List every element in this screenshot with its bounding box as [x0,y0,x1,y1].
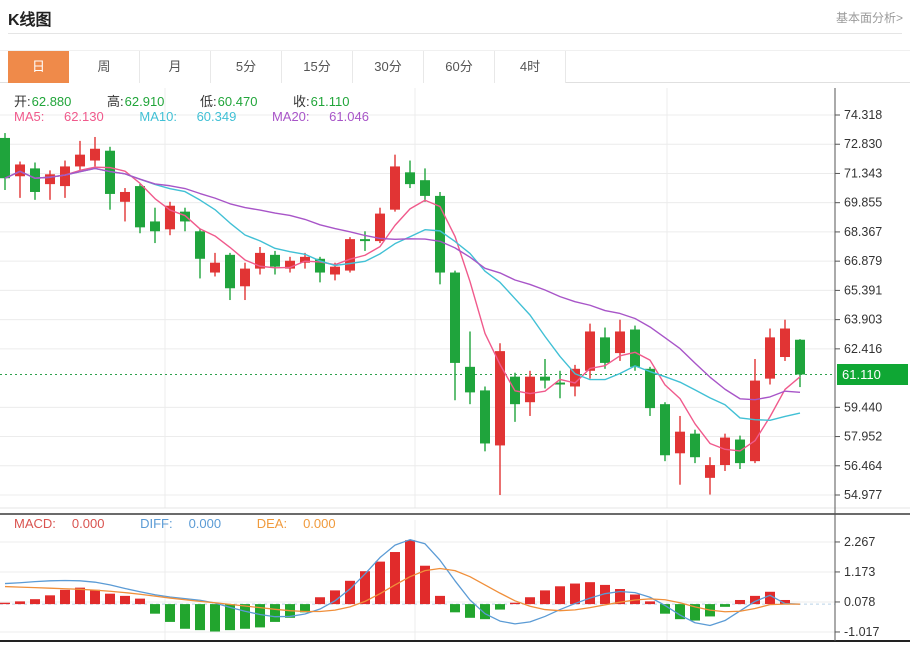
y-axis-label: 72.830 [844,137,882,151]
diff-label: DIFF: [140,516,173,531]
diff-value: 0.000 [189,516,222,531]
y-axis-label: 1.173 [844,565,875,579]
current-price-badge: 61.110 [837,364,908,385]
y-axis-label: 54.977 [844,488,882,502]
kline-widget: K线图 基本面分析> 日 周 月 5分 15分 30分 60分 4时 74.31… [0,0,910,646]
y-axis-label: 71.343 [844,166,882,180]
dea-value: 0.000 [303,516,336,531]
y-axis-label: 65.391 [844,283,882,297]
close-value: 61.110 [311,94,350,109]
y-axis-label: 56.464 [844,459,882,473]
open-value: 62.880 [32,94,72,109]
high-label: 高: [107,94,124,109]
open-label: 开: [14,94,31,109]
y-axis-label: 69.855 [844,196,882,210]
ma5-value: 62.130 [64,109,104,124]
y-axis-label: 62.416 [844,342,882,356]
y-axis-label: 68.367 [844,225,882,239]
high-value: 62.910 [125,94,165,109]
ma20-value: 61.046 [329,109,369,124]
y-axis-label: 57.952 [844,430,882,444]
y-axis-label: 74.318 [844,108,882,122]
y-axis-label: 59.440 [844,400,882,414]
y-axis-label: 63.903 [844,313,882,327]
y-axis-label: 0.078 [844,595,875,609]
ma5-label: MA5: [14,109,44,124]
macd-value: 0.000 [72,516,105,531]
macd-label: MACD: [14,516,56,531]
y-axis-label: -1.017 [844,625,879,639]
y-axis-label: 66.879 [844,254,882,268]
macd-info-row: MACD: 0.000 DIFF: 0.000 DEA: 0.000 [14,516,368,531]
close-label: 收: [293,94,310,109]
ma10-label: MA10: [139,109,177,124]
low-value: 60.470 [218,94,258,109]
ma10-value: 60.349 [197,109,237,124]
low-label: 低: [200,94,217,109]
dea-label: DEA: [257,516,287,531]
ohlc-info-row: 开:62.880 高:62.910 低:60.470 收:61.110 [14,91,381,110]
ma20-label: MA20: [272,109,310,124]
ma-info-row: MA5: 62.130 MA10: 60.349 MA20: 61.046 [14,109,401,124]
y-axis-label: 2.267 [844,535,875,549]
